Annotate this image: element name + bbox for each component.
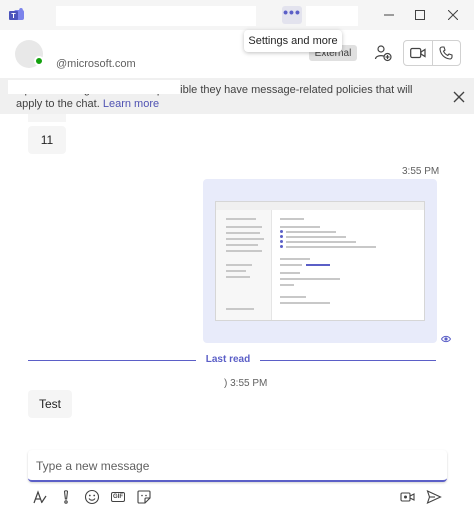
message-timestamp: ) 3:55 PM [224, 378, 268, 389]
read-receipt-icon [441, 335, 451, 343]
close-icon [448, 10, 458, 20]
banner-redacted-area [8, 80, 180, 94]
maximize-icon [415, 10, 425, 20]
window-title-redacted [56, 6, 256, 26]
message-input[interactable] [36, 456, 436, 476]
title-bar: T ••• [0, 0, 474, 30]
contact-email: @microsoft.com [56, 58, 136, 70]
send-button[interactable] [426, 489, 442, 505]
video-camera-icon [409, 47, 426, 59]
message-bubble[interactable]: Test [28, 390, 72, 418]
minimize-icon [384, 14, 394, 16]
phone-icon [439, 46, 453, 60]
close-banner-icon[interactable] [451, 89, 467, 105]
call-buttons [403, 40, 461, 66]
message-timestamp: 3:55 PM [402, 166, 440, 177]
settings-tooltip: Settings and more [244, 30, 342, 52]
gif-icon: GIF [111, 492, 125, 502]
previous-message-bubble [28, 114, 66, 122]
emoji-button[interactable] [84, 489, 100, 505]
screenshot-image[interactable] [215, 201, 425, 321]
last-read-divider [28, 360, 196, 361]
format-pen-icon [33, 490, 47, 504]
last-read-divider [260, 360, 436, 361]
message-bubble[interactable]: 11 [28, 126, 66, 154]
sticker-button[interactable] [136, 489, 152, 505]
teams-logo-icon: T [9, 8, 24, 20]
last-read-label: Last read [205, 354, 251, 365]
close-window-button[interactable] [443, 6, 463, 24]
external-policy-banner: s part of an organization. It's possible… [0, 78, 474, 114]
format-button[interactable] [32, 489, 48, 505]
video-call-button[interactable] [404, 41, 432, 65]
emoji-icon [84, 489, 100, 505]
message-list[interactable]: 11 3:55 PM Last read) 3:55 PM Test [0, 114, 474, 450]
svg-text:T: T [11, 13, 16, 20]
audio-call-button[interactable] [431, 41, 461, 65]
sticker-icon [137, 490, 151, 504]
meet-now-button[interactable] [400, 489, 416, 505]
exclamation-icon [63, 490, 69, 504]
priority-button[interactable] [58, 489, 74, 505]
compose-box[interactable] [28, 450, 447, 482]
minimize-button[interactable] [379, 6, 399, 24]
more-dots-icon: ••• [283, 4, 301, 20]
more-options-button[interactable]: ••• [282, 4, 302, 24]
image-message-bubble[interactable] [203, 179, 437, 343]
presence-available-icon [34, 56, 44, 66]
compose-toolbar: GIF [28, 488, 447, 508]
gif-button[interactable]: GIF [110, 489, 126, 505]
maximize-button[interactable] [410, 6, 430, 24]
add-people-icon[interactable] [374, 44, 392, 62]
send-icon [426, 489, 442, 505]
title-redacted-area [306, 6, 358, 26]
learn-more-link[interactable]: Learn more [103, 98, 159, 110]
video-clip-icon [400, 492, 415, 502]
